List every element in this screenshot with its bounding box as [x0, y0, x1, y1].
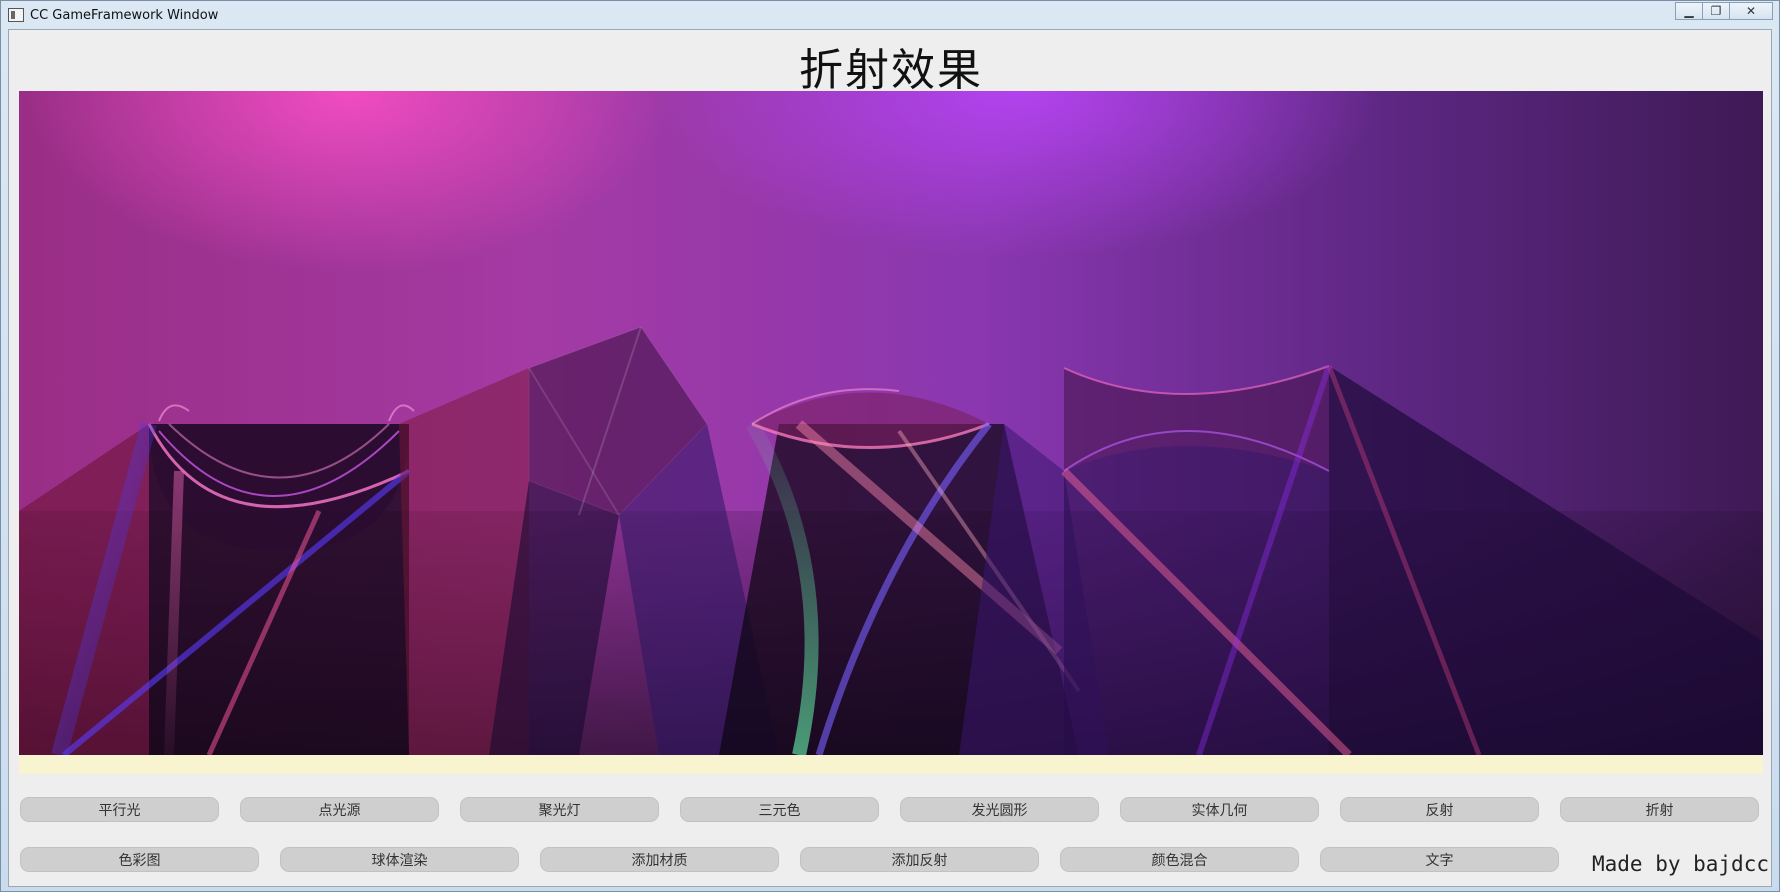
render-canvas [19, 91, 1763, 755]
client-area: 折射效果 平行光 点光源 聚光灯 三元色 发光圆形 实体几何 反射 折射 色彩图… [8, 29, 1772, 887]
window-title: CC GameFramework Window [30, 7, 219, 23]
restore-icon[interactable]: ❐ [1702, 2, 1730, 20]
three-primary-colors-button[interactable]: 三元色 [680, 797, 879, 822]
glowing-circle-button[interactable]: 发光圆形 [900, 797, 1099, 822]
solid-geometry-button[interactable]: 实体几何 [1120, 797, 1319, 822]
refraction-render [19, 326, 1763, 755]
spotlight-button[interactable]: 聚光灯 [460, 797, 659, 822]
point-light-button[interactable]: 点光源 [240, 797, 439, 822]
color-map-button[interactable]: 色彩图 [20, 847, 259, 872]
title-bar[interactable]: CC GameFramework Window ▁ ❐ ✕ [1, 1, 1779, 29]
color-blend-button[interactable]: 颜色混合 [1060, 847, 1299, 872]
refraction-button[interactable]: 折射 [1560, 797, 1759, 822]
add-reflection-button[interactable]: 添加反射 [800, 847, 1039, 872]
app-window: CC GameFramework Window ▁ ❐ ✕ 折射效果 平行光 点… [0, 0, 1780, 892]
parallel-light-button[interactable]: 平行光 [20, 797, 219, 822]
status-strip [19, 755, 1763, 774]
close-icon[interactable]: ✕ [1729, 2, 1773, 20]
add-material-button[interactable]: 添加材质 [540, 847, 779, 872]
text-button[interactable]: 文字 [1320, 847, 1559, 872]
page-title: 折射效果 [799, 45, 983, 96]
reflection-button[interactable]: 反射 [1340, 797, 1539, 822]
credit-label: Made by bajdcc [1591, 852, 1769, 876]
app-icon [8, 8, 24, 22]
minimize-icon[interactable]: ▁ [1675, 2, 1703, 20]
sphere-render-button[interactable]: 球体渲染 [280, 847, 519, 872]
window-controls: ▁ ❐ ✕ [1675, 2, 1773, 20]
